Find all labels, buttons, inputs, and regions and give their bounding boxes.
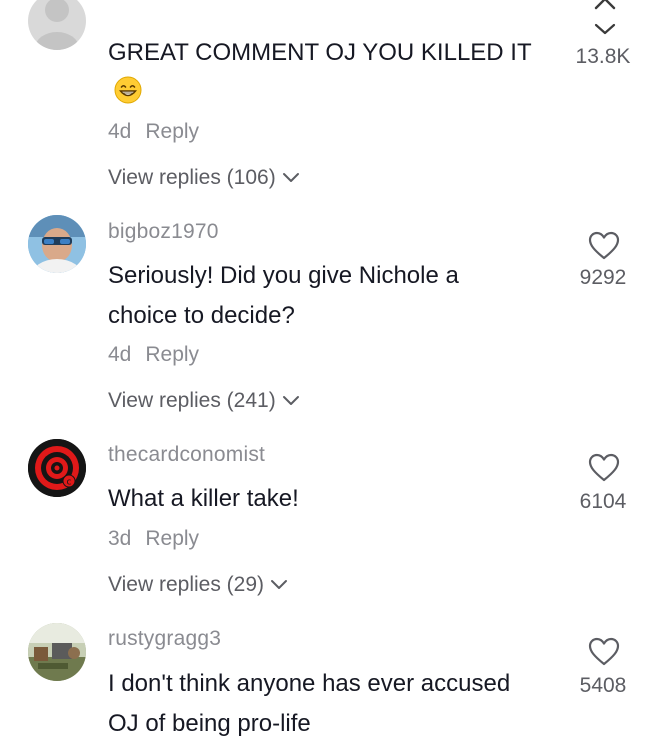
heart-icon[interactable] [588, 231, 620, 261]
view-replies-button[interactable]: View replies (29) [108, 573, 288, 597]
close-icon[interactable] [594, 0, 616, 10]
grinning-emoji-icon [114, 76, 142, 117]
comment-meta: 4d Reply [108, 120, 199, 144]
svg-text:c: c [67, 478, 72, 488]
view-replies-button[interactable]: View replies (241) [108, 389, 300, 413]
comment-age: 4d [108, 120, 132, 143]
comment-meta: 4d Reply [108, 343, 199, 367]
heart-icon[interactable] [588, 637, 620, 667]
comment-username[interactable]: thecardconomist [108, 443, 265, 467]
comment-username[interactable]: bigboz1970 [108, 220, 219, 244]
avatar[interactable] [28, 0, 86, 50]
reply-button[interactable]: Reply [145, 527, 199, 550]
avatar[interactable]: c [28, 439, 86, 497]
chevron-down-icon [282, 389, 300, 413]
view-replies-button[interactable]: View replies (106) [108, 166, 300, 190]
heart-icon[interactable] [588, 453, 620, 483]
comment-text: What a killer take! [108, 485, 299, 512]
reply-button[interactable]: Reply [145, 343, 199, 366]
like-count: 13.8K [575, 45, 631, 68]
comment-text: I don't think anyone has ever accused OJ… [108, 670, 511, 737]
reply-button[interactable]: Reply [145, 120, 199, 143]
avatar[interactable] [28, 215, 86, 273]
comment-text: Seriously! Did you give Nichole a choice… [108, 262, 459, 329]
comment-age: 4d [108, 343, 132, 366]
chevron-down-icon[interactable] [593, 22, 617, 36]
like-count: 5408 [579, 674, 627, 697]
chevron-down-icon [270, 573, 288, 597]
comment-username[interactable]: rustygragg3 [108, 627, 221, 651]
comment-meta: 3d Reply [108, 527, 199, 551]
chevron-down-icon [282, 166, 300, 190]
comment-text: GREAT COMMENT OJ YOU KILLED IT [108, 33, 538, 117]
like-count: 9292 [579, 266, 627, 289]
avatar[interactable] [28, 623, 86, 681]
comment-age: 3d [108, 527, 132, 550]
like-count: 6104 [579, 490, 627, 513]
